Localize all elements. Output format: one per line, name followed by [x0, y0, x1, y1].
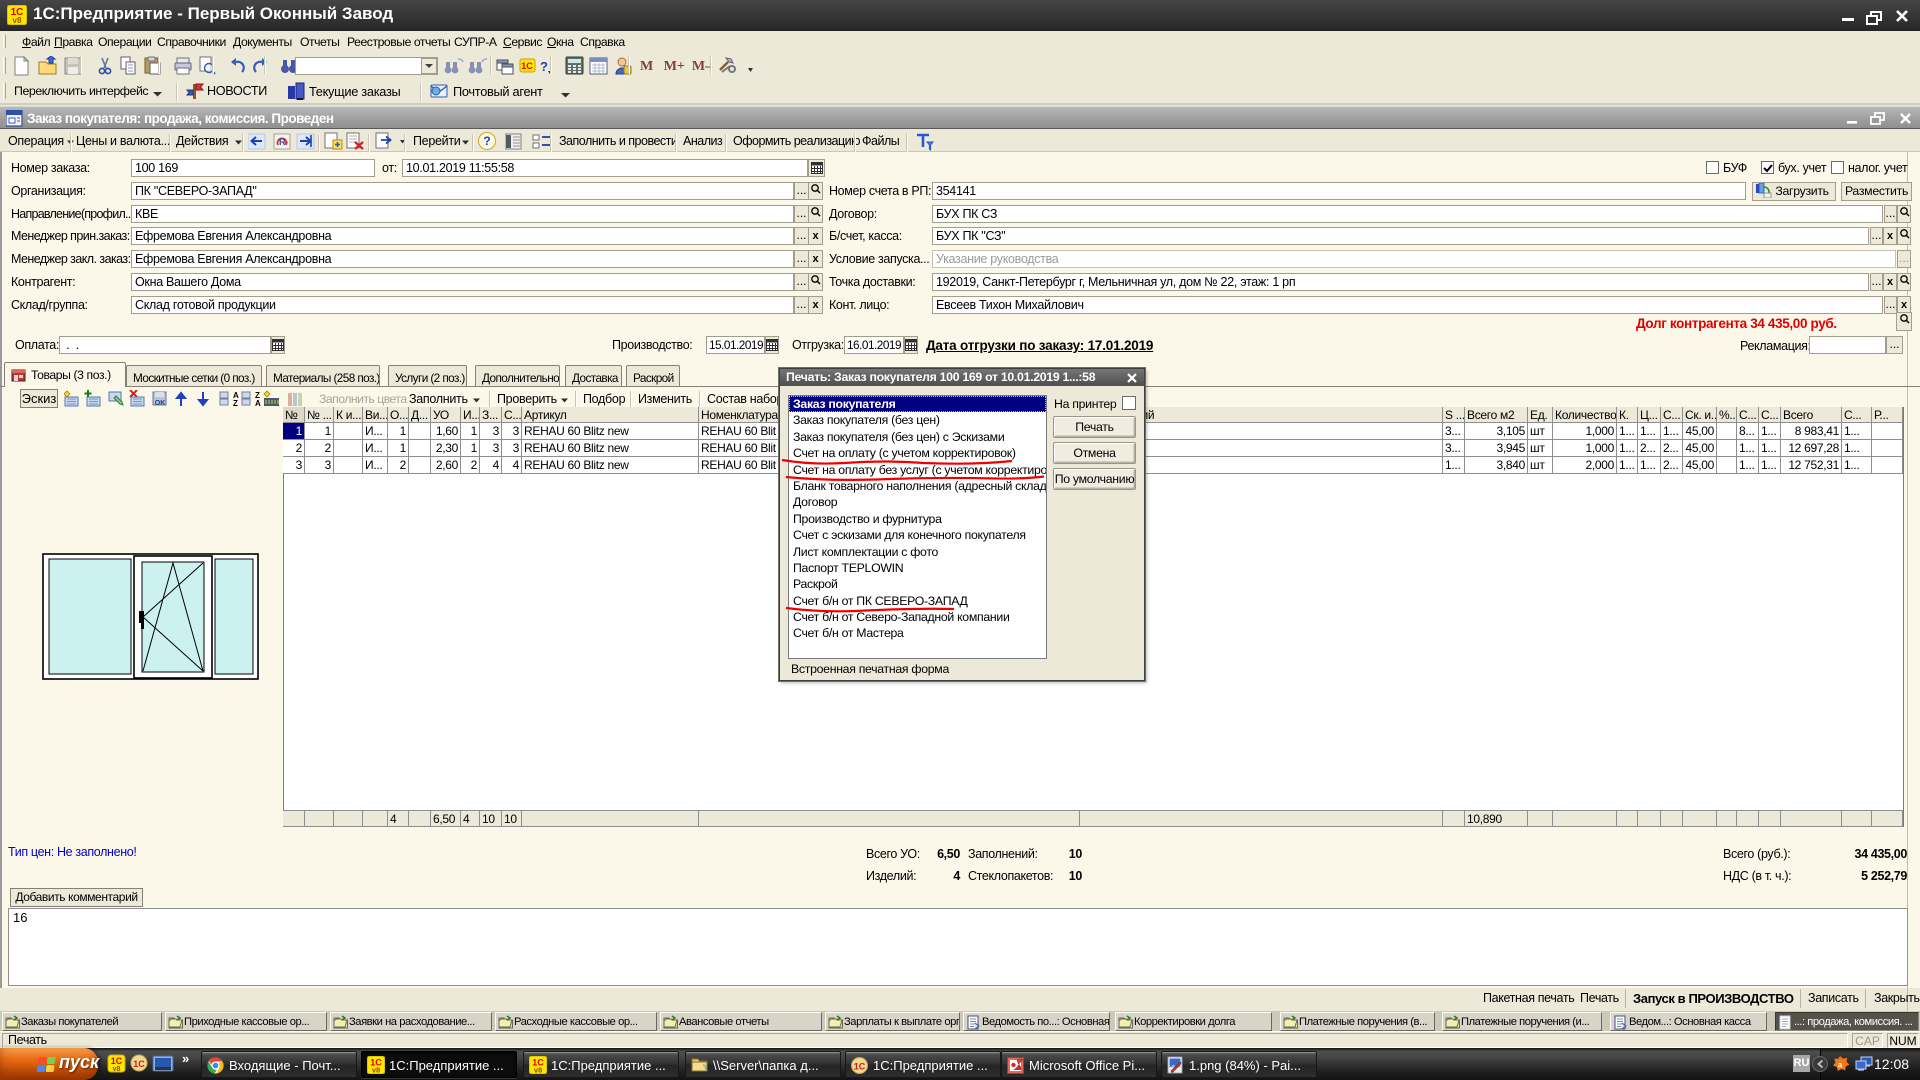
svg-text:1С: 1С [111, 1056, 123, 1066]
svg-text:Z: Z [233, 399, 238, 408]
svg-text:v8: v8 [372, 1066, 380, 1075]
svg-text:R: R [279, 137, 286, 147]
svg-text:A: A [255, 399, 261, 408]
svg-text:?: ? [540, 59, 548, 74]
svg-text:v8: v8 [534, 1066, 542, 1075]
svg-text:1С: 1С [521, 61, 533, 71]
svg-text:1С: 1С [854, 1062, 866, 1072]
svg-text:v8: v8 [113, 1066, 121, 1073]
svg-text:a: a [1838, 1061, 1843, 1070]
svg-text:OK: OK [155, 400, 166, 407]
svg-text:v8: v8 [13, 16, 22, 25]
svg-text:1С: 1С [133, 1059, 145, 1069]
